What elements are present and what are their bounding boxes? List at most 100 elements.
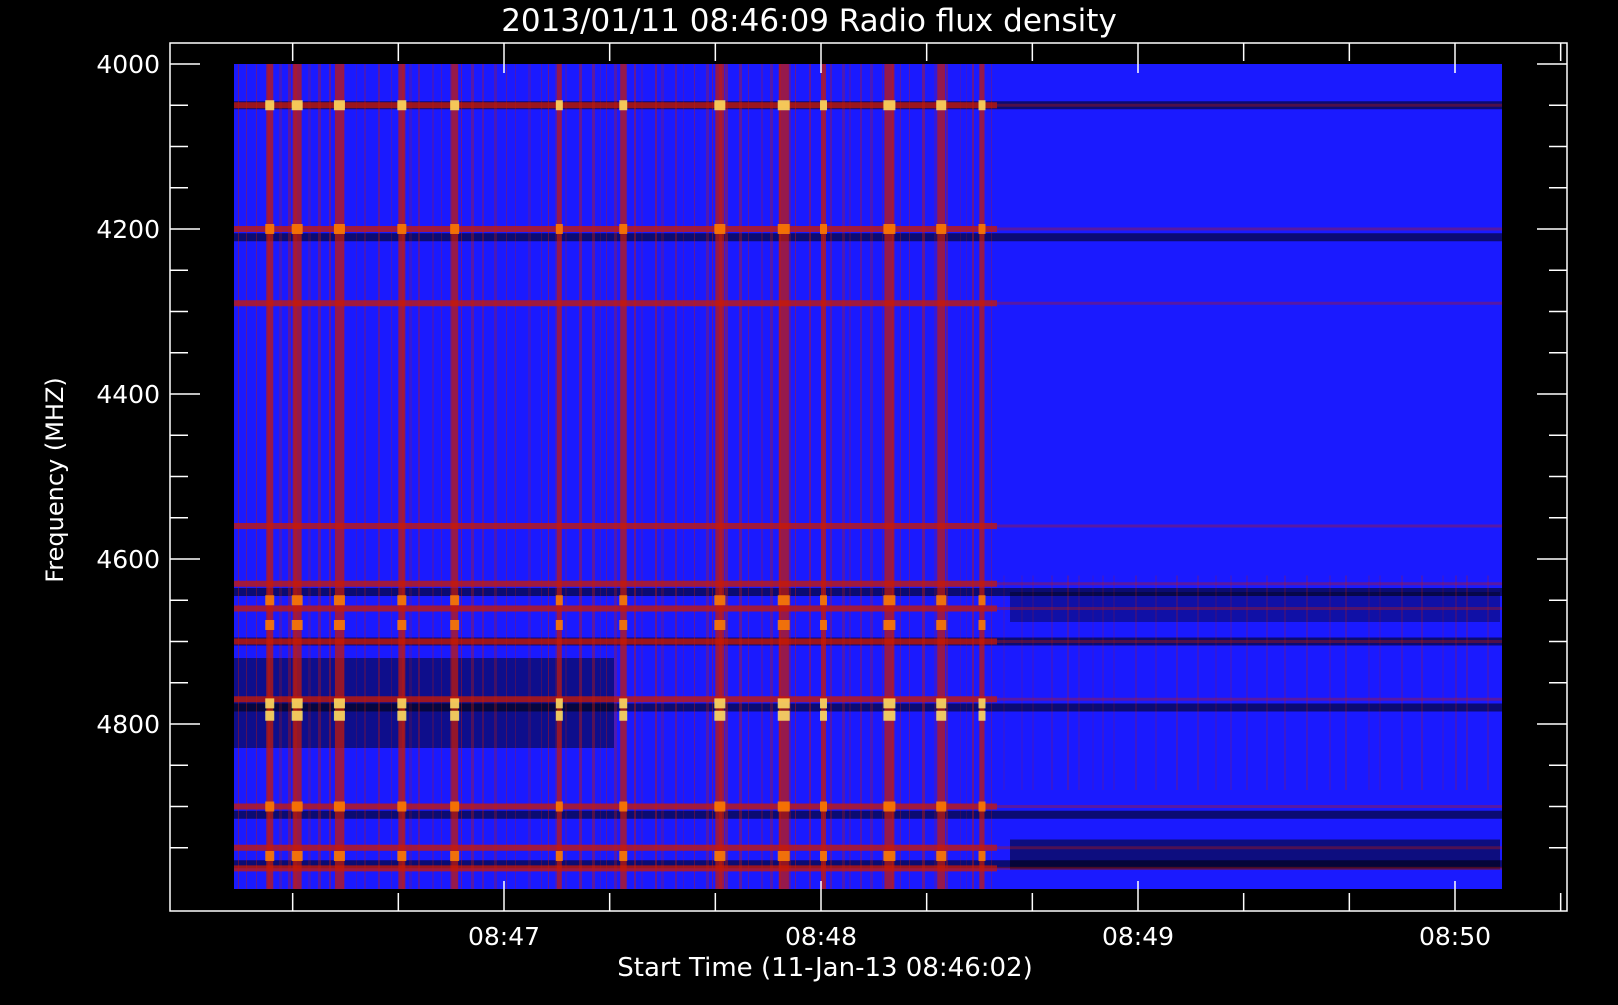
burst-hotspot bbox=[820, 698, 827, 709]
y-tick-label: 4800 bbox=[96, 710, 160, 739]
burst-streak bbox=[860, 64, 862, 889]
burst-streak bbox=[870, 64, 873, 889]
burst-streak bbox=[842, 64, 845, 889]
burst-hotspot bbox=[714, 100, 726, 111]
x-tick-label: 08:47 bbox=[468, 922, 540, 951]
burst-hotspot bbox=[978, 595, 986, 606]
emission-band-weak-6 bbox=[997, 640, 1502, 643]
x-tick-label: 08:49 bbox=[1102, 922, 1174, 951]
burst-hotspot bbox=[883, 851, 896, 861]
y-tick-label: 4600 bbox=[96, 545, 160, 574]
burst-hotspot bbox=[714, 698, 726, 709]
burst-hotspot bbox=[555, 100, 563, 111]
quiet-streak bbox=[1215, 575, 1217, 790]
burst-hotspot bbox=[978, 698, 986, 709]
burst-hotspot bbox=[714, 595, 726, 606]
burst-hotspot bbox=[333, 710, 345, 721]
burst-hotspot bbox=[777, 710, 790, 721]
heatmap-base bbox=[234, 64, 1502, 889]
burst-hotspot bbox=[883, 595, 896, 606]
burst-hotspot bbox=[333, 698, 345, 709]
burst-hotspot bbox=[397, 100, 407, 111]
burst-streak bbox=[748, 64, 749, 889]
burst-hotspot bbox=[291, 100, 303, 111]
quiet-streak bbox=[1246, 575, 1248, 790]
burst-streak bbox=[641, 64, 643, 889]
burst-hotspot bbox=[714, 620, 726, 630]
burst-streak bbox=[991, 64, 992, 889]
burst-hotspot bbox=[450, 851, 460, 861]
burst-hotspot bbox=[619, 801, 628, 812]
burst-column-5 bbox=[556, 64, 562, 889]
burst-hotspot bbox=[555, 698, 563, 709]
burst-streak bbox=[966, 64, 967, 889]
burst-hotspot bbox=[978, 224, 986, 234]
burst-streak bbox=[739, 64, 742, 889]
quiet-streak bbox=[1078, 575, 1080, 790]
burst-streak bbox=[506, 64, 507, 889]
burst-hotspot bbox=[450, 698, 460, 709]
burst-hotspot bbox=[978, 100, 986, 111]
burst-hotspot bbox=[397, 224, 407, 234]
y-axis-label: Frequency (MHZ) bbox=[41, 377, 69, 583]
burst-hotspot bbox=[291, 851, 303, 861]
emission-band-weak-9 bbox=[997, 846, 1502, 850]
burst-streak bbox=[922, 64, 925, 889]
y-tick-label: 4400 bbox=[96, 380, 160, 409]
x-tick-label: 08:50 bbox=[1419, 922, 1491, 951]
quiet-streak bbox=[1455, 575, 1457, 790]
burst-hotspot bbox=[397, 710, 407, 721]
emission-band-weak-8 bbox=[997, 805, 1502, 808]
burst-streak bbox=[246, 64, 247, 889]
burst-hotspot bbox=[619, 595, 628, 606]
quiet-streak bbox=[1379, 575, 1381, 790]
burst-column-0 bbox=[266, 64, 274, 889]
burst-streak bbox=[256, 64, 257, 889]
burst-streak bbox=[418, 64, 420, 889]
burst-streak bbox=[548, 64, 549, 889]
burst-hotspot bbox=[777, 100, 790, 111]
burst-streak bbox=[706, 64, 709, 889]
burst-streak bbox=[661, 64, 664, 889]
quiet-streak bbox=[1401, 575, 1403, 790]
burst-hotspot bbox=[936, 801, 947, 812]
burst-hotspot bbox=[333, 851, 345, 861]
burst-hotspot bbox=[450, 100, 460, 111]
chart-title: 2013/01/11 08:46:09 Radio flux density bbox=[501, 3, 1117, 39]
burst-column-11 bbox=[937, 64, 946, 889]
burst-hotspot bbox=[265, 710, 275, 721]
burst-streak bbox=[675, 64, 677, 889]
quiet-streak bbox=[1442, 575, 1444, 790]
burst-hotspot bbox=[936, 224, 947, 234]
dark-band-5 bbox=[234, 810, 1502, 819]
quiet-streak bbox=[1113, 575, 1115, 790]
burst-hotspot bbox=[820, 595, 827, 606]
burst-column-8 bbox=[778, 64, 789, 889]
burst-hotspot bbox=[777, 224, 790, 234]
burst-hotspot bbox=[883, 710, 896, 721]
burst-hotspot bbox=[333, 224, 345, 234]
burst-streak bbox=[482, 64, 484, 889]
burst-hotspot bbox=[397, 801, 407, 812]
burst-streak bbox=[378, 64, 380, 889]
burst-hotspot bbox=[777, 698, 790, 709]
quiet-streak bbox=[1284, 575, 1286, 790]
quiet-streak bbox=[1230, 575, 1232, 790]
burst-hotspot bbox=[397, 620, 407, 630]
burst-hotspot bbox=[936, 620, 947, 630]
burst-hotspot bbox=[555, 224, 563, 234]
burst-hotspot bbox=[936, 595, 947, 606]
burst-hotspot bbox=[555, 595, 563, 606]
burst-hotspot bbox=[291, 595, 303, 606]
burst-streak bbox=[318, 64, 321, 889]
quiet-streak bbox=[1032, 575, 1034, 790]
burst-streak bbox=[279, 64, 282, 889]
burst-streak bbox=[770, 64, 773, 889]
burst-hotspot bbox=[978, 710, 986, 721]
burst-column-3 bbox=[398, 64, 406, 889]
burst-hotspot bbox=[450, 710, 460, 721]
quiet-streak bbox=[1306, 575, 1308, 790]
emission-band-weak-4 bbox=[997, 582, 1502, 586]
burst-streak bbox=[432, 64, 434, 889]
quiet-streak bbox=[1197, 575, 1199, 790]
